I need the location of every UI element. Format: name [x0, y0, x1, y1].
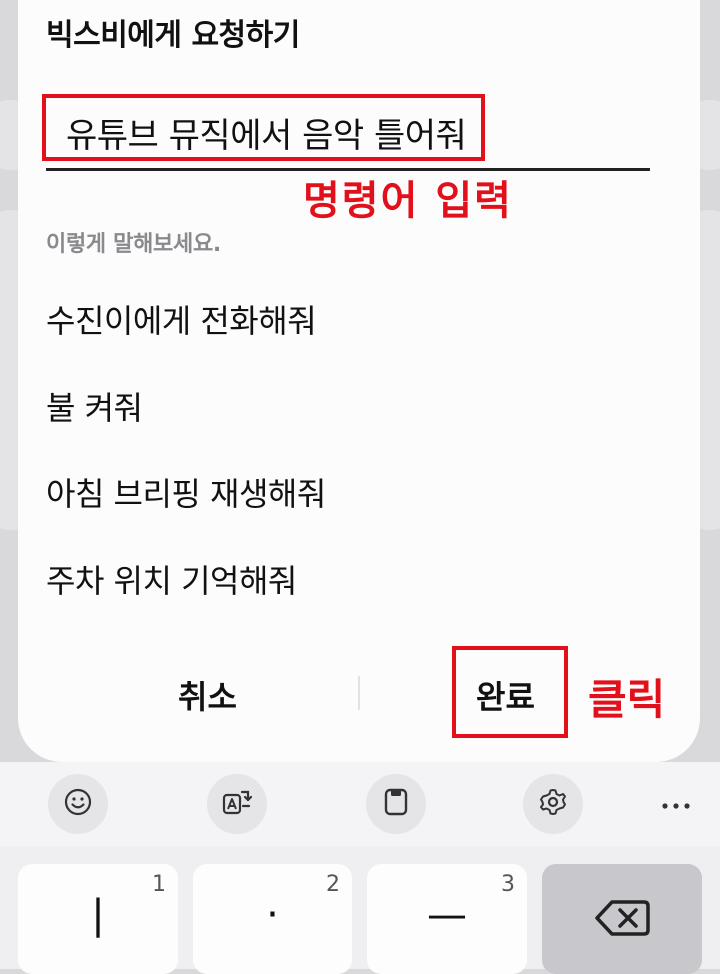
- done-highlight-box: [452, 646, 568, 738]
- key-1[interactable]: 1 |: [18, 864, 178, 974]
- suggestion-item[interactable]: 불 켜줘: [46, 383, 143, 429]
- suggestion-item[interactable]: 아침 브리핑 재생해줘: [46, 469, 326, 515]
- suggestion-item[interactable]: 주차 위치 기억해줘: [46, 556, 297, 602]
- done-annotation-label: 클릭: [588, 675, 666, 724]
- more-icon: [661, 795, 691, 814]
- input-annotation-label: 명령어 입력: [303, 178, 513, 224]
- key-glyph: ·: [266, 892, 279, 938]
- emoji-icon: [63, 787, 93, 821]
- suggestion-item[interactable]: 수진이에게 전화해줘: [46, 296, 317, 342]
- button-divider: [358, 676, 360, 710]
- cancel-button[interactable]: 취소: [178, 672, 237, 718]
- clipboard-button[interactable]: [366, 774, 426, 834]
- key-3[interactable]: 3 —: [367, 864, 527, 974]
- keyboard: 1 | 2 · 3 —: [0, 846, 720, 974]
- translate-button[interactable]: [207, 774, 267, 834]
- hint-text: 이렇게 말해보세요.: [46, 232, 221, 257]
- backspace-icon: [594, 898, 650, 942]
- clipboard-icon: [382, 787, 410, 821]
- emoji-button[interactable]: [48, 774, 108, 834]
- settings-button[interactable]: [523, 774, 583, 834]
- key-glyph: |: [91, 892, 105, 938]
- dialog-title: 빅스비에게 요청하기: [46, 18, 300, 53]
- delete-key[interactable]: [542, 864, 702, 974]
- more-button[interactable]: [646, 774, 706, 834]
- input-highlight-box: [42, 94, 485, 161]
- keyboard-toolbar: [0, 762, 720, 847]
- key-2[interactable]: 2 ·: [193, 864, 352, 974]
- settings-icon: [538, 787, 568, 821]
- translate-icon: [221, 786, 253, 822]
- key-glyph: —: [427, 892, 467, 938]
